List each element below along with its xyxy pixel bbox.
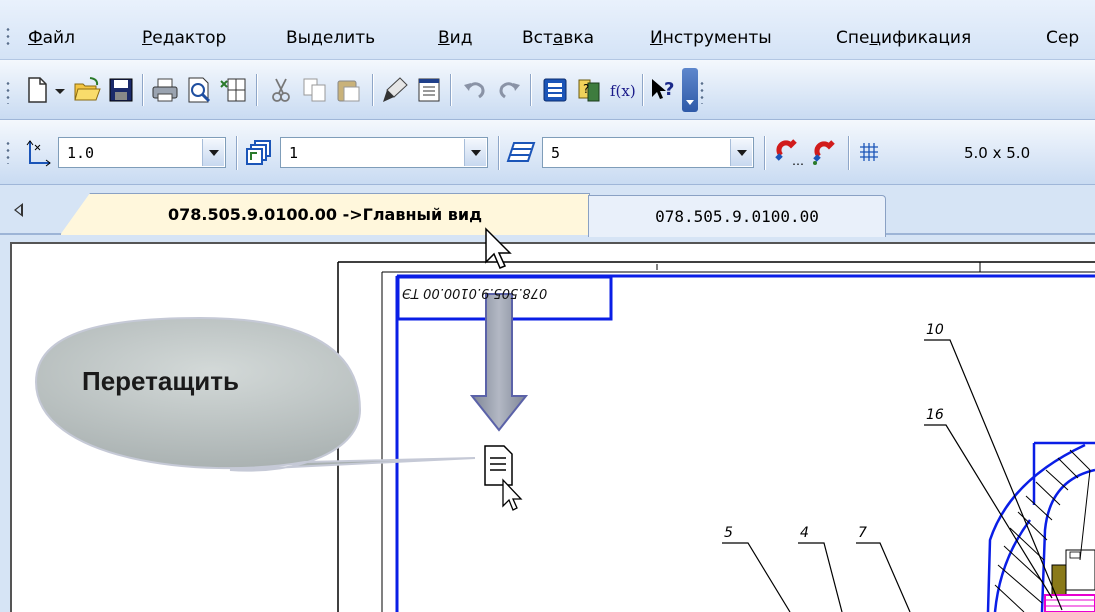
layer-dropdown-icon[interactable]	[464, 139, 486, 166]
leader-number-10: 10	[926, 322, 944, 338]
style-dropdown-icon[interactable]	[730, 139, 752, 166]
scale-icon[interactable]	[24, 137, 54, 167]
menu-view[interactable]: Вид	[438, 28, 472, 48]
cut-icon[interactable]	[266, 75, 296, 105]
drawing-workspace	[0, 237, 1095, 612]
toolbar-overflow-chevron-icon[interactable]	[682, 68, 698, 112]
drawing-canvas[interactable]	[10, 242, 1095, 612]
menu-service[interactable]: Сер	[1046, 28, 1079, 48]
layer-value: 1	[289, 144, 299, 162]
toolbar-grip[interactable]	[6, 80, 10, 104]
leader-number-7: 7	[858, 525, 867, 541]
drag-callout-label: Перетащить	[82, 366, 239, 396]
menu-editor[interactable]: Редактор	[142, 28, 226, 48]
tab-main-view[interactable]: 078.505.9.0100.00 ->Главный вид	[60, 193, 590, 235]
print-preview-icon[interactable]	[184, 75, 214, 105]
layer-combo[interactable]: 1	[280, 137, 488, 168]
toolbar-grip[interactable]	[6, 140, 10, 164]
copy-icon[interactable]	[300, 75, 330, 105]
drawing-stamp-text: 078.505.9.0100.00 ТЭ	[402, 285, 548, 300]
svg-text:f(x): f(x)	[610, 82, 636, 100]
snap-magnet-icon[interactable]: …	[774, 137, 804, 168]
style-value: 5	[551, 144, 561, 162]
scale-dropdown-icon[interactable]	[202, 139, 224, 166]
leader-number-16: 16	[926, 407, 944, 423]
paste-icon[interactable]	[334, 75, 364, 105]
leader-number-4: 4	[800, 525, 809, 541]
menu-insert[interactable]: Вставка	[522, 28, 594, 48]
menu-select[interactable]: Выделить	[286, 28, 375, 48]
document-tab-bar: 078.505.9.0100.00 ->Главный вид 078.505.…	[0, 185, 1095, 237]
help-pointer-icon[interactable]: ?	[648, 75, 678, 105]
tab-document-label: 078.505.9.0100.00	[655, 207, 819, 226]
library-manager-icon[interactable]: ?	[574, 75, 604, 105]
second-toolbar-grip[interactable]	[700, 80, 704, 104]
style-combo[interactable]: 5	[542, 137, 754, 168]
svg-text:…: …	[792, 154, 804, 167]
open-folder-icon[interactable]	[72, 75, 102, 105]
grid-icon[interactable]	[858, 137, 880, 167]
redo-icon[interactable]	[494, 75, 524, 105]
menu-grip[interactable]	[6, 26, 10, 48]
scale-combo[interactable]: 1.0	[58, 137, 226, 168]
layer-icon[interactable]	[244, 137, 274, 167]
print-icon[interactable]	[150, 75, 180, 105]
menu-specification[interactable]: Спецификация	[836, 28, 971, 48]
tab-main-view-label: 078.505.9.0100.00 ->Главный вид	[167, 205, 483, 224]
undo-icon[interactable]	[460, 75, 490, 105]
tab-document[interactable]: 078.505.9.0100.00	[588, 195, 886, 237]
page-layout-icon[interactable]	[218, 75, 248, 105]
local-snap-magnet-icon[interactable]	[810, 137, 840, 167]
format-painter-icon[interactable]	[380, 75, 410, 105]
new-dropdown-arrow-icon[interactable]	[52, 75, 68, 105]
svg-text:?: ?	[583, 82, 589, 96]
save-disk-icon[interactable]	[106, 75, 136, 105]
current-state-toolbar: 1.0 1 5 … 5.0 x 5.0	[0, 120, 1095, 185]
scale-value: 1.0	[67, 144, 95, 162]
tab-scroll-left-icon[interactable]	[14, 203, 23, 217]
menu-tools[interactable]: Инструменты	[650, 28, 772, 48]
leader-number-5: 5	[724, 525, 733, 541]
menu-bar: Файл Редактор Выделить Вид Вставка Инстр…	[0, 0, 1095, 60]
function-fx-icon[interactable]: f(x)	[608, 75, 638, 105]
standard-toolbar: ? f(x) ?	[0, 60, 1095, 120]
menu-file[interactable]: Файл	[28, 28, 75, 48]
properties-sheet-icon[interactable]	[414, 75, 444, 105]
svg-text:?: ?	[664, 79, 674, 100]
new-document-icon[interactable]	[22, 75, 52, 105]
grid-step-value: 5.0 x 5.0	[964, 144, 1031, 162]
manager-panel-icon[interactable]	[540, 75, 570, 105]
line-style-icon[interactable]	[506, 137, 536, 167]
